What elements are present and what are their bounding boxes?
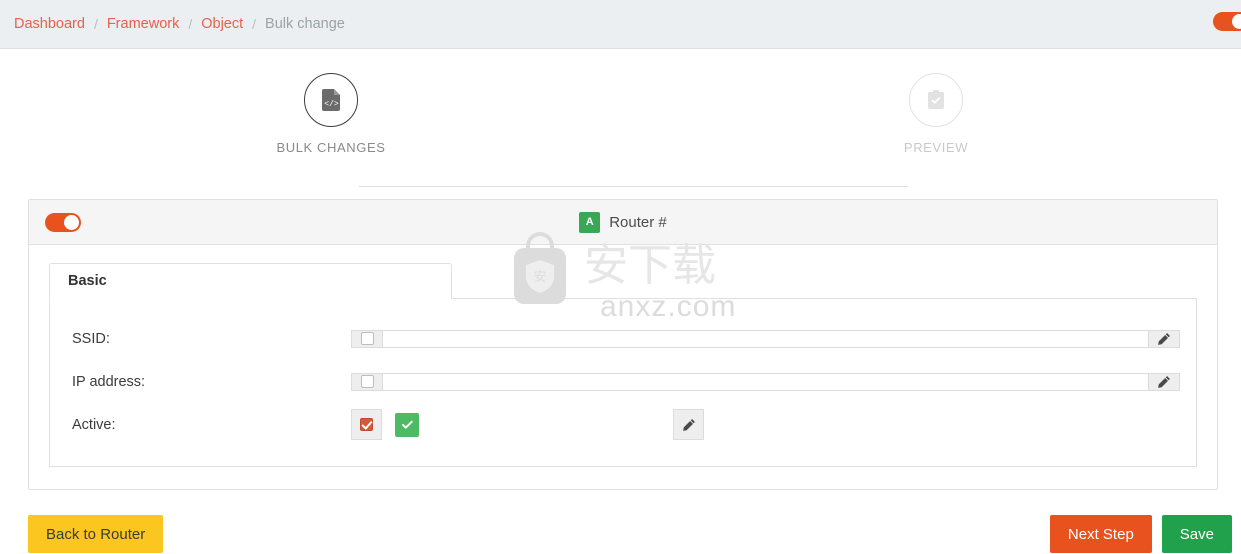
check-icon [401, 420, 413, 429]
stepper-step-circle [909, 73, 963, 127]
panel-header: A Router # [29, 200, 1217, 245]
save-button[interactable]: Save [1161, 515, 1232, 553]
stepper-step-label: BULK CHANGES [276, 140, 386, 155]
label-active: Active: [72, 416, 116, 433]
form-row-active: Active: [66, 403, 1180, 446]
toggle-knob [1232, 14, 1241, 29]
ssid-edit-button[interactable] [1149, 329, 1180, 348]
stepper-connector-line [359, 186, 908, 187]
svg-text:</>: </> [324, 100, 339, 109]
active-checkbox-addon[interactable] [351, 409, 382, 440]
tab-bar: Basic [49, 263, 1197, 299]
pencil-icon [1158, 332, 1170, 345]
breadcrumb-separator: / [252, 16, 257, 32]
label-ssid: SSID: [72, 330, 110, 347]
tab-basic-label: Basic [68, 273, 107, 289]
ip-address-checkbox-addon[interactable] [351, 372, 382, 391]
panel-title-text: Router # [609, 213, 667, 231]
active-edit-button[interactable] [673, 409, 704, 440]
breadcrumb-separator: / [188, 16, 193, 32]
active-checkbox[interactable] [360, 418, 373, 431]
breadcrumb-bar: Dashboard / Framework / Object / Bulk ch… [0, 0, 1241, 49]
status-badge: A [579, 211, 601, 233]
bulk-change-panel: A Router # Basic SSID: IP address: Activ… [28, 199, 1218, 490]
breadcrumb-item-bulk-change: Bulk change [265, 16, 345, 32]
tab-basic[interactable]: Basic [49, 263, 452, 299]
breadcrumb-item-object[interactable]: Object [201, 16, 243, 32]
ssid-checkbox-addon[interactable] [351, 329, 382, 348]
breadcrumb-item-framework[interactable]: Framework [107, 16, 180, 32]
ip-address-input[interactable] [382, 372, 1149, 391]
top-right-toggle-wrapper [1213, 12, 1241, 36]
stepper-step-label: PREVIEW [903, 140, 969, 155]
breadcrumb-item-dashboard[interactable]: Dashboard [14, 16, 85, 32]
breadcrumb-separator: / [93, 16, 98, 32]
toggle-knob [64, 214, 79, 230]
back-to-router-button[interactable]: Back to Router [28, 515, 164, 553]
tab-content-basic: SSID: IP address: Active: [49, 299, 1197, 467]
ip-address-checkbox[interactable] [360, 375, 374, 388]
next-step-button[interactable]: Next Step [1049, 515, 1152, 553]
pencil-icon [1158, 375, 1170, 388]
ssid-input[interactable] [382, 329, 1149, 348]
stepper-step-bulk-changes[interactable]: </> BULK CHANGES [241, 73, 421, 155]
active-value-checkbox[interactable] [395, 412, 419, 437]
wizard-stepper: </> BULK CHANGES PREVIEW [0, 73, 1241, 193]
stepper-step-circle: </> [304, 73, 358, 127]
form-row-ssid: SSID: [66, 317, 1180, 360]
input-group-ssid [351, 329, 1180, 348]
top-right-toggle[interactable] [1213, 12, 1241, 31]
clipboard-check-icon [928, 90, 944, 109]
label-ip-address: IP address: [72, 373, 146, 390]
stepper-step-preview[interactable]: PREVIEW [846, 73, 1026, 155]
panel-enable-toggle[interactable] [45, 212, 81, 232]
form-row-ip-address: IP address: [66, 360, 1180, 403]
pencil-icon [682, 418, 695, 431]
panel-body: Basic SSID: IP address: Active: [29, 245, 1217, 489]
input-group-ip-address [351, 372, 1180, 391]
ssid-checkbox[interactable] [360, 332, 374, 345]
ip-address-edit-button[interactable] [1149, 372, 1180, 391]
file-code-icon: </> [321, 89, 340, 111]
footer-actions: Back to Router Next Step Save [28, 514, 1232, 554]
panel-title: A Router # [29, 211, 1217, 233]
